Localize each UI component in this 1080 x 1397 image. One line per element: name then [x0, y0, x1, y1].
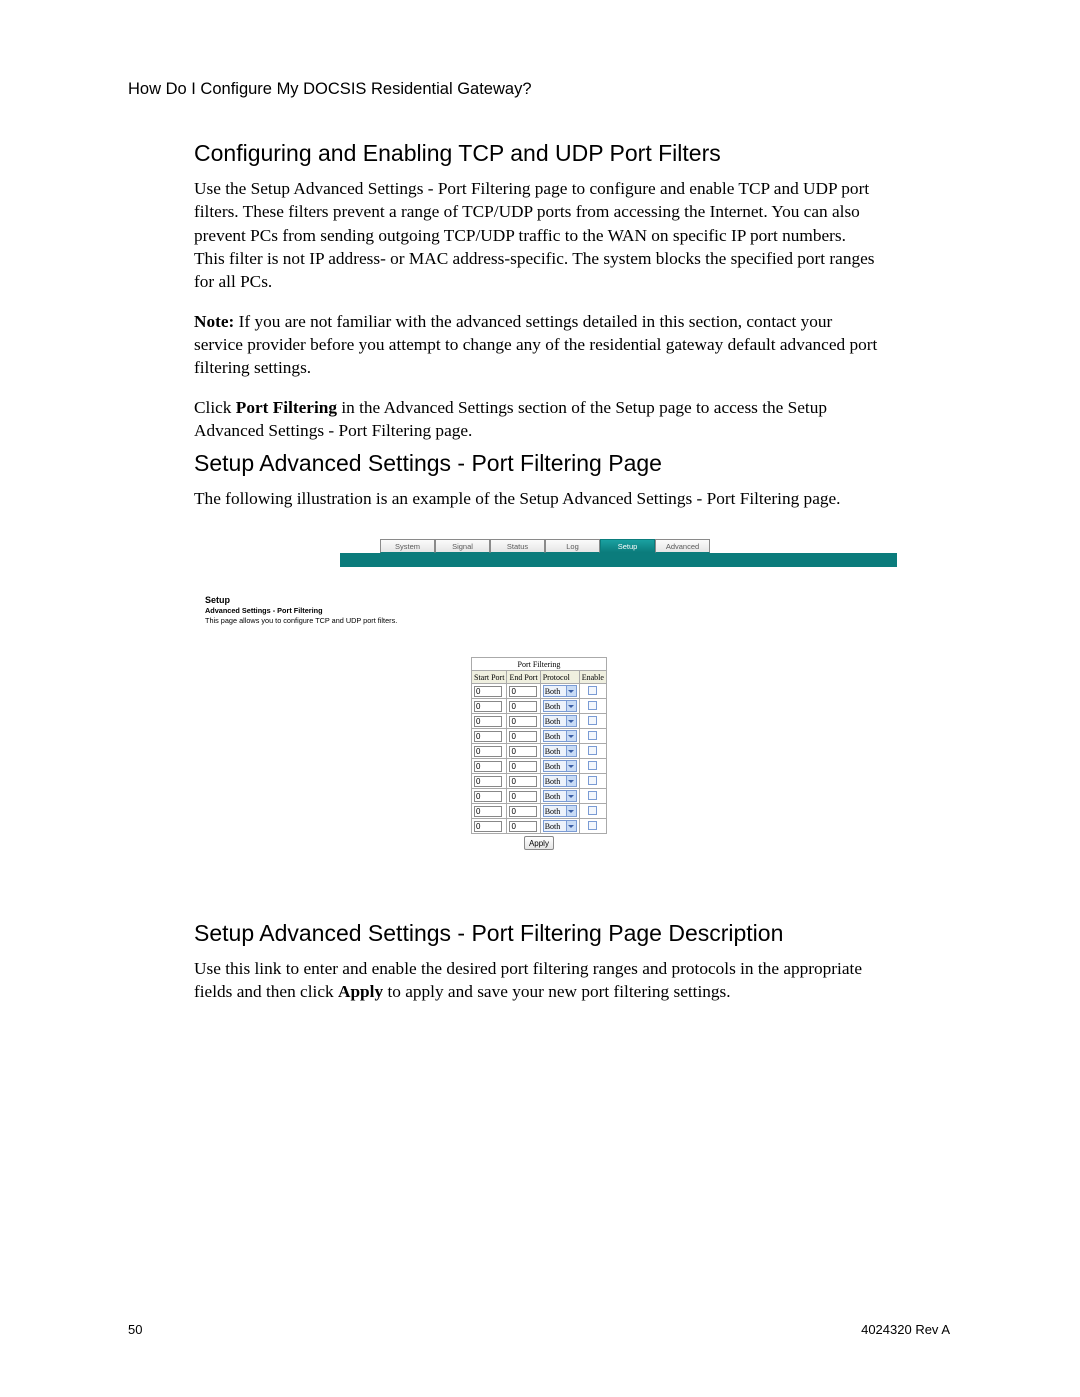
table-row: Both [472, 819, 607, 834]
protocol-select[interactable]: Both [543, 730, 577, 742]
col-protocol: Protocol [540, 671, 579, 684]
chevron-down-icon [566, 776, 576, 786]
section1-para3: Click Port Filtering in the Advanced Set… [194, 396, 878, 443]
table-row: Both [472, 714, 607, 729]
start-port-input[interactable] [474, 821, 502, 832]
end-port-input[interactable] [509, 746, 537, 757]
table-row: Both [472, 789, 607, 804]
start-port-input[interactable] [474, 776, 502, 787]
protocol-select[interactable]: Both [543, 685, 577, 697]
enable-checkbox[interactable] [588, 791, 597, 800]
setup-subtitle: Advanced Settings - Port Filtering [205, 606, 397, 615]
start-port-input[interactable] [474, 746, 502, 757]
end-port-input[interactable] [509, 821, 537, 832]
start-port-input[interactable] [474, 806, 502, 817]
apply-button[interactable]: Apply [524, 836, 554, 850]
protocol-select[interactable]: Both [543, 820, 577, 832]
tab-underline-bar [340, 553, 897, 567]
table-row: Both [472, 759, 607, 774]
start-port-input[interactable] [474, 761, 502, 772]
protocol-select[interactable]: Both [543, 745, 577, 757]
end-port-input[interactable] [509, 791, 537, 802]
section1-note: Note: If you are not familiar with the a… [194, 310, 878, 380]
tab-bar: System Signal Status Log Setup Advanced [380, 539, 710, 553]
chevron-down-icon [566, 731, 576, 741]
chevron-down-icon [566, 761, 576, 771]
protocol-select[interactable]: Both [543, 790, 577, 802]
protocol-select[interactable]: Both [543, 805, 577, 817]
setup-desc: This page allows you to configure TCP an… [205, 616, 397, 625]
p3c: to apply and save your new port filterin… [383, 982, 730, 1001]
end-port-input[interactable] [509, 701, 537, 712]
table-row: Both [472, 774, 607, 789]
col-endport: End Port [507, 671, 540, 684]
start-port-input[interactable] [474, 716, 502, 727]
enable-checkbox[interactable] [588, 806, 597, 815]
tab-status[interactable]: Status [490, 539, 545, 553]
section3-heading: Setup Advanced Settings - Port Filtering… [194, 920, 878, 947]
end-port-input[interactable] [509, 776, 537, 787]
chevron-down-icon [566, 701, 576, 711]
p3-a: Click [194, 398, 236, 417]
table-row: Both [472, 729, 607, 744]
chevron-down-icon [566, 686, 576, 696]
section1-heading: Configuring and Enabling TCP and UDP Por… [194, 140, 878, 167]
tab-log[interactable]: Log [545, 539, 600, 553]
enable-checkbox[interactable] [588, 821, 597, 830]
section2-para: The following illustration is an example… [194, 487, 878, 510]
chevron-down-icon [566, 746, 576, 756]
enable-checkbox[interactable] [588, 746, 597, 755]
setup-title: Setup [205, 595, 397, 605]
start-port-input[interactable] [474, 731, 502, 742]
note-text: If you are not familiar with the advance… [194, 312, 877, 378]
section2-heading: Setup Advanced Settings - Port Filtering… [194, 450, 878, 477]
end-port-input[interactable] [509, 716, 537, 727]
enable-checkbox[interactable] [588, 731, 597, 740]
tab-advanced[interactable]: Advanced [655, 539, 710, 553]
enable-checkbox[interactable] [588, 701, 597, 710]
page-number: 50 [128, 1322, 142, 1337]
chevron-down-icon [566, 821, 576, 831]
enable-checkbox[interactable] [588, 686, 597, 695]
page-header: How Do I Configure My DOCSIS Residential… [128, 80, 532, 99]
table-row: Both [472, 684, 607, 699]
start-port-input[interactable] [474, 686, 502, 697]
end-port-input[interactable] [509, 761, 537, 772]
end-port-input[interactable] [509, 806, 537, 817]
chevron-down-icon [566, 791, 576, 801]
port-filtering-table: Port Filtering Start Port End Port Proto… [471, 657, 607, 850]
col-startport: Start Port [472, 671, 507, 684]
tab-system[interactable]: System [380, 539, 435, 553]
col-enable: Enable [579, 671, 606, 684]
enable-checkbox[interactable] [588, 761, 597, 770]
p3-b: Port Filtering [236, 398, 337, 417]
protocol-select[interactable]: Both [543, 775, 577, 787]
table-row: Both [472, 699, 607, 714]
enable-checkbox[interactable] [588, 716, 597, 725]
table-row: Both [472, 744, 607, 759]
protocol-select[interactable]: Both [543, 760, 577, 772]
section3-para: Use this link to enter and enable the de… [194, 957, 878, 1004]
end-port-input[interactable] [509, 731, 537, 742]
table-caption: Port Filtering [472, 658, 607, 671]
protocol-select[interactable]: Both [543, 700, 577, 712]
end-port-input[interactable] [509, 686, 537, 697]
start-port-input[interactable] [474, 701, 502, 712]
p3b: Apply [338, 982, 383, 1001]
start-port-input[interactable] [474, 791, 502, 802]
chevron-down-icon [566, 806, 576, 816]
protocol-select[interactable]: Both [543, 715, 577, 727]
section1-para1: Use the Setup Advanced Settings - Port F… [194, 177, 878, 294]
table-row: Both [472, 804, 607, 819]
tab-setup[interactable]: Setup [600, 539, 655, 553]
tab-signal[interactable]: Signal [435, 539, 490, 553]
enable-checkbox[interactable] [588, 776, 597, 785]
setup-header-block: Setup Advanced Settings - Port Filtering… [205, 595, 397, 625]
note-label: Note: [194, 312, 234, 331]
doc-id: 4024320 Rev A [861, 1322, 950, 1337]
chevron-down-icon [566, 716, 576, 726]
